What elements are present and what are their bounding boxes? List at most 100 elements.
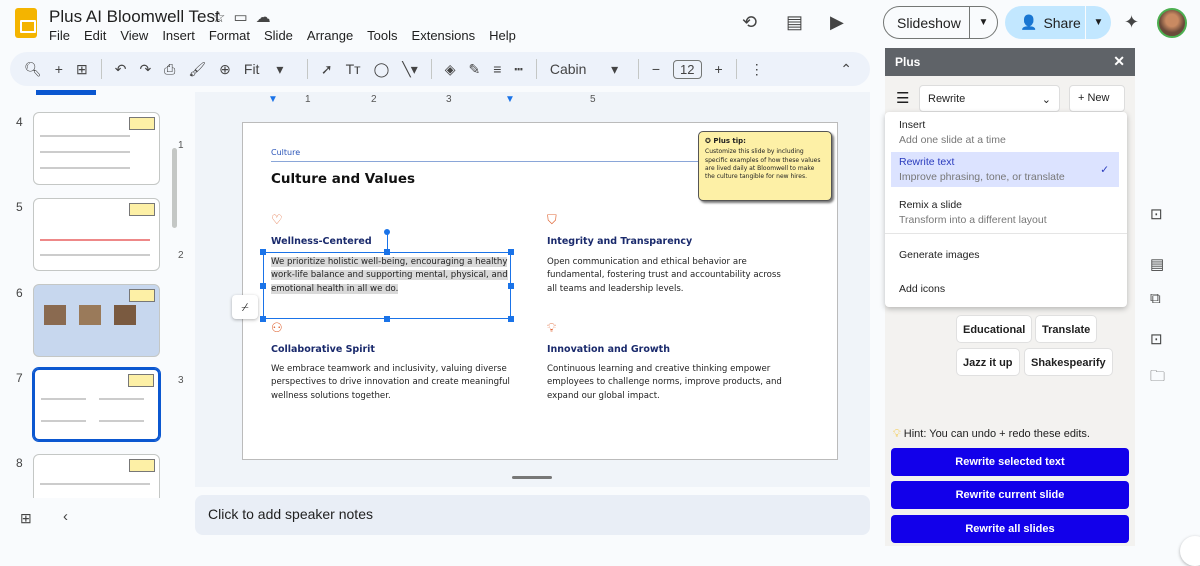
menu-help[interactable]: Help (489, 28, 516, 43)
menu-file[interactable]: File (49, 28, 70, 43)
cloud-status-icon[interactable]: ☁ (256, 9, 279, 26)
menu-format[interactable]: Format (209, 28, 250, 43)
close-icon[interactable]: ✕ (1113, 53, 1125, 70)
panel-title: Plus (895, 55, 921, 69)
zoom-icon[interactable]: ⊕ (219, 61, 231, 78)
slide-thumbnail[interactable] (33, 454, 160, 498)
grid-view-icon[interactable]: ⊞ (20, 510, 32, 527)
share-dropdown[interactable]: ▼ (1085, 6, 1111, 39)
search-icon[interactable]: 🔍︎ (24, 61, 42, 78)
menu-item-remix[interactable]: Remix a slide Transform into a different … (891, 195, 1119, 230)
slide-thumbnail[interactable] (32, 367, 161, 442)
menu-tools[interactable]: Tools (367, 28, 397, 43)
chip-educational[interactable]: Educational (956, 315, 1033, 343)
menu-edit[interactable]: Edit (84, 28, 106, 43)
section-heading[interactable]: Integrity and Transparency (547, 236, 692, 247)
print-icon[interactable]: ⎙ (164, 61, 175, 78)
select-icon[interactable]: ➚ (321, 61, 333, 78)
comment-icon[interactable]: ▤ (786, 12, 803, 33)
add-on-icon[interactable]: ⊡ (1150, 205, 1163, 223)
folder-icon[interactable]: 🗀 (1150, 366, 1165, 391)
doc-title[interactable]: Plus AI Bloomwell Test (49, 7, 220, 27)
border-dash-icon[interactable]: ┅ (514, 61, 522, 78)
hint: 💡︎ Hint: You can undo + redo these edits… (893, 428, 1090, 441)
rewrite-all-button[interactable]: Rewrite all slides (891, 515, 1129, 543)
font-size-decrease[interactable]: − (652, 61, 660, 77)
indent-marker[interactable]: ▼ (268, 94, 278, 105)
chip-translate[interactable]: Translate (1035, 315, 1098, 343)
gemini-icon[interactable]: ✦ (1124, 12, 1139, 33)
menu-extensions[interactable]: Extensions (412, 28, 476, 43)
textbox-icon[interactable]: Tт (346, 61, 361, 77)
menu-view[interactable]: View (120, 28, 148, 43)
move-folder-icon[interactable]: ▭ (233, 9, 255, 26)
new-button[interactable]: + New (1069, 85, 1125, 112)
layout-icon[interactable]: ▤ (1150, 255, 1164, 273)
section-text[interactable]: Open communication and ethical behavior … (547, 256, 787, 296)
add-slide-icon[interactable]: ⊞ (76, 61, 88, 78)
font-size-input[interactable]: 12 (673, 59, 702, 79)
border-color-icon[interactable]: ✎ (469, 61, 481, 78)
hamburger-icon[interactable]: ☰ (896, 89, 909, 107)
menu-slide[interactable]: Slide (264, 28, 293, 43)
speaker-notes[interactable]: Click to add speaker notes (195, 495, 870, 535)
menu-insert[interactable]: Insert (162, 28, 195, 43)
line-icon[interactable]: ╲▾ (402, 61, 417, 78)
notes-resize-handle[interactable] (512, 476, 552, 479)
slides-logo[interactable] (15, 8, 37, 38)
border-weight-icon[interactable]: ≡ (493, 61, 501, 77)
rewrite-selected-button[interactable]: Rewrite selected text (891, 448, 1129, 476)
redo-icon[interactable]: ↷ (139, 61, 151, 78)
new-slide-icon[interactable]: + (55, 61, 63, 77)
slide-title[interactable]: Culture and Values (271, 171, 415, 187)
zoom-select[interactable]: Fit ▾ (244, 61, 294, 78)
menu-item-insert[interactable]: Insert Add one slide at a time (891, 115, 1119, 150)
undo-icon[interactable]: ↶ (115, 61, 127, 78)
shape-icon[interactable]: ◯ (374, 61, 390, 78)
section-text[interactable]: Continuous learning and creative thinkin… (547, 363, 787, 403)
slide-thumbnail[interactable] (33, 284, 160, 357)
expand-side-panel-button[interactable] (1180, 536, 1200, 566)
selection-box[interactable] (260, 229, 514, 322)
meet-icon[interactable]: ▶ (830, 12, 844, 33)
font-size-increase[interactable]: + (715, 61, 723, 77)
copy-icon[interactable]: ⧉ (1150, 290, 1161, 307)
tip-text: Customize this slide by including specif… (705, 148, 821, 180)
collapse-icon[interactable]: ⌃ (840, 61, 852, 78)
mode-select[interactable]: Rewrite ⌄ (919, 85, 1060, 112)
fill-color-icon[interactable]: ◈ (445, 61, 456, 78)
rewrite-current-button[interactable]: Rewrite current slide (891, 481, 1129, 509)
slide-thumbnail[interactable] (33, 112, 160, 185)
plus-tip[interactable]: ✪ Plus tip: Customize this slide by inclu… (698, 131, 832, 201)
menu-arrange[interactable]: Arrange (307, 28, 353, 43)
filmstrip-scrollbar[interactable] (172, 148, 177, 228)
chip-shakespearify[interactable]: Shakespearify (1024, 348, 1113, 376)
export-icon[interactable]: ⊡ (1150, 330, 1163, 348)
paint-format-icon[interactable]: 🖌︎ (188, 61, 206, 78)
font-select[interactable]: Cabin ▾ (550, 61, 625, 78)
slideshow-dropdown[interactable]: ▼ (969, 7, 997, 38)
menu-item-generate-images[interactable]: Generate images (891, 245, 1119, 265)
menu-item-rewrite-text[interactable]: Rewrite text Improve phrasing, tone, or t… (891, 152, 1119, 187)
menu-item-add-icons[interactable]: Add icons (891, 279, 1119, 299)
rotate-handle[interactable] (384, 229, 390, 235)
horizontal-ruler[interactable]: ▼ 1 2 3 ▼ 5 (195, 94, 870, 108)
slide-thumbnail[interactable] (33, 198, 160, 271)
vertical-ruler[interactable]: 1 2 3 (178, 125, 190, 455)
hint-text: Hint: You can undo + redo these edits. (903, 428, 1090, 440)
history-icon[interactable]: ⟲ (742, 12, 757, 33)
more-icon[interactable]: ⋮ (750, 61, 764, 78)
avatar[interactable] (1157, 8, 1187, 38)
section-heading[interactable]: Innovation and Growth (547, 344, 670, 355)
share-button[interactable]: 👤 Share ▼ (1005, 6, 1111, 39)
tip-title: Plus tip: (713, 137, 746, 145)
star-icon[interactable]: ☆ (212, 9, 233, 26)
section-text[interactable]: We embrace teamwork and inclusivity, val… (271, 363, 511, 403)
collapse-filmstrip-icon[interactable]: ‹ (63, 508, 68, 525)
section-heading[interactable]: Wellness-Centered (271, 236, 372, 247)
indent-marker[interactable]: ▼ (505, 94, 515, 105)
slideshow-button[interactable]: Slideshow ▼ (883, 6, 998, 39)
clear-format-icon[interactable]: ⌿ (232, 295, 258, 319)
chip-jazz[interactable]: Jazz it up (956, 348, 1020, 376)
section-heading[interactable]: Collaborative Spirit (271, 344, 375, 355)
